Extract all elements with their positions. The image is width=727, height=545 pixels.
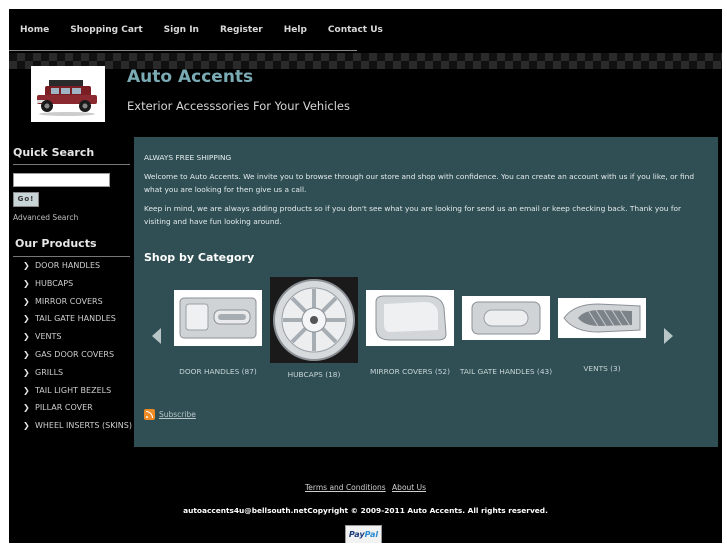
product-item-mirror-covers[interactable]: ❯ MIRROR COVERS xyxy=(23,297,135,307)
keep-in-mind-text: Keep in mind, we are always adding produ… xyxy=(144,204,682,226)
carousel-next-arrow-icon[interactable] xyxy=(664,328,673,344)
bullet-icon: ❯ xyxy=(23,314,30,324)
advanced-search-link[interactable]: Advanced Search xyxy=(13,213,78,222)
about-us-link[interactable]: About Us xyxy=(392,483,426,492)
go-button[interactable]: Go! xyxy=(13,192,39,207)
product-item-tail-gate-handles[interactable]: ❯ TAIL GATE HANDLES xyxy=(23,314,135,324)
mirror-cover-image xyxy=(366,290,454,346)
product-item-vents[interactable]: ❯ VENTS xyxy=(23,332,135,342)
paypal-text-pal: Pal xyxy=(364,530,379,539)
nav-shopping-cart-link[interactable]: Shopping Cart xyxy=(70,25,142,35)
paypal-text-pay: Pay xyxy=(348,530,365,539)
site-logo-jeep[interactable] xyxy=(31,66,105,122)
category-label: TAIL GATE HANDLES (43) xyxy=(459,367,553,376)
nav-contact-us-link[interactable]: Contact Us xyxy=(328,25,383,35)
bullet-icon: ❯ xyxy=(23,367,30,377)
product-item-gas-door-covers[interactable]: ❯ GAS DOOR COVERS xyxy=(23,350,135,360)
jeep-image xyxy=(31,66,105,122)
bullet-icon: ❯ xyxy=(23,421,30,431)
hubcap-image xyxy=(270,277,358,363)
welcome-text: Welcome to Auto Accents. We invite you t… xyxy=(144,172,695,194)
category-label: VENTS (3) xyxy=(583,364,621,373)
bullet-icon: ❯ xyxy=(23,296,30,306)
product-label: DOOR HANDLES xyxy=(35,261,101,270)
checkered-strip xyxy=(9,53,722,69)
nav-register-link[interactable]: Register xyxy=(220,25,263,35)
subscribe-link[interactable]: Subscribe xyxy=(144,409,196,420)
nav-home-link[interactable]: Home xyxy=(20,25,49,35)
product-item-door-handles[interactable]: ❯ DOOR HANDLES xyxy=(23,261,135,271)
nav-help-link[interactable]: Help xyxy=(284,25,307,35)
shop-by-category-heading: Shop by Category xyxy=(144,251,255,264)
footer-links: Terms and Conditions About Us xyxy=(9,483,722,492)
bullet-icon: ❯ xyxy=(23,261,30,270)
product-item-wheel-inserts[interactable]: ❯ WHEEL INSERTS (SKINS) xyxy=(23,421,135,431)
product-label: MIRROR COVERS xyxy=(35,296,103,306)
quick-search-heading: Quick Search xyxy=(13,146,95,159)
product-list: ❯ DOOR HANDLES ❯ HUBCAPS ❯ MIRROR COVERS ❯ T… xyxy=(23,261,135,439)
product-label: TAIL GATE HANDLES xyxy=(35,314,116,324)
carousel-prev-arrow-icon[interactable] xyxy=(152,328,161,344)
page-frame: Home Shopping Cart Sign In Register Help… xyxy=(9,9,722,543)
category-label: HUBCAPS (18) xyxy=(287,370,341,379)
site-title[interactable]: Auto Accents xyxy=(127,67,253,87)
paypal-logo[interactable]: PayPal xyxy=(345,525,382,543)
category-label: MIRROR COVERS (52) xyxy=(369,367,451,376)
product-label: PILLAR COVER xyxy=(35,403,93,413)
product-label: VENTS xyxy=(35,332,62,342)
product-label: HUBCAPS xyxy=(35,278,74,288)
product-item-pillar-cover[interactable]: ❯ PILLAR COVER xyxy=(23,403,135,413)
category-tail-gate-handles[interactable]: TAIL GATE HANDLES (43) xyxy=(458,277,554,378)
copyright-text: autoaccents4u@bellsouth.netCopyright © 2… xyxy=(183,506,548,515)
product-item-hubcaps[interactable]: ❯ HUBCAPS xyxy=(23,279,135,289)
category-door-handles[interactable]: DOOR HANDLES (87) xyxy=(170,277,266,378)
bullet-icon: ❯ xyxy=(23,385,30,395)
subscribe-label: Subscribe xyxy=(159,410,196,419)
product-label: WHEEL INSERTS (SKINS) xyxy=(35,421,132,431)
product-item-tail-light-bezels[interactable]: ❯ TAIL LIGHT BEZELS xyxy=(23,386,135,396)
top-nav: Home Shopping Cart Sign In Register Help… xyxy=(9,9,383,51)
category-hubcaps[interactable]: HUBCAPS (18) xyxy=(266,277,362,381)
our-products-heading: Our Products xyxy=(15,237,97,250)
bullet-icon: ❯ xyxy=(23,403,30,413)
category-mirror-covers[interactable]: MIRROR COVERS (52) xyxy=(362,277,458,378)
bullet-icon: ❯ xyxy=(23,278,30,288)
search-input[interactable] xyxy=(13,173,110,187)
bullet-icon: ❯ xyxy=(23,349,30,359)
rss-icon xyxy=(144,409,155,420)
main-content: ALWAYS FREE SHIPPING Welcome to Auto Acc… xyxy=(134,137,718,447)
category-label: DOOR HANDLES (87) xyxy=(179,367,257,376)
product-item-grills[interactable]: ❯ GRILLS xyxy=(23,368,135,378)
nav-sign-in-link[interactable]: Sign In xyxy=(164,25,199,35)
bullet-icon: ❯ xyxy=(23,332,30,342)
terms-link[interactable]: Terms and Conditions xyxy=(305,483,386,492)
product-label: GRILLS xyxy=(35,367,64,377)
vent-image xyxy=(558,298,646,338)
free-shipping-text: ALWAYS FREE SHIPPING xyxy=(144,153,232,162)
product-label: GAS DOOR COVERS xyxy=(35,349,115,359)
category-vents[interactable]: VENTS (3) xyxy=(554,277,650,375)
door-handle-image xyxy=(174,290,262,346)
tail-gate-handle-image xyxy=(462,296,550,340)
product-label: TAIL LIGHT BEZELS xyxy=(35,385,112,395)
site-tagline: Exterior Accesssories For Your Vehicles xyxy=(127,99,350,113)
divider xyxy=(13,256,130,257)
divider xyxy=(13,164,130,165)
